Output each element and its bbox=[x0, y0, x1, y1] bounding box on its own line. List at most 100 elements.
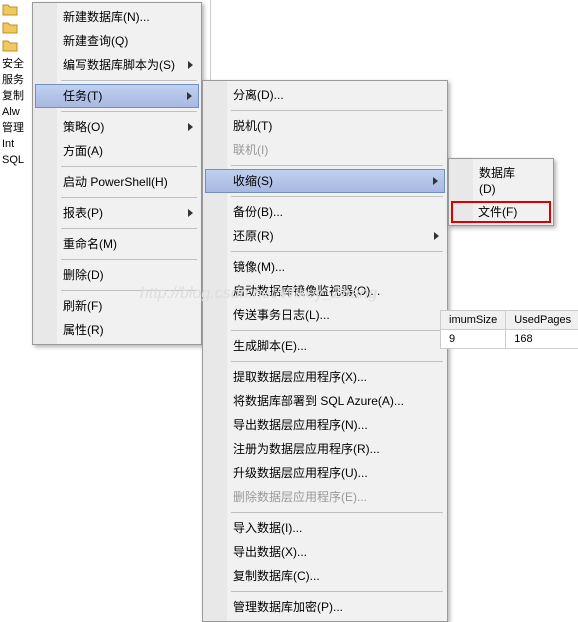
menu-item-powershell[interactable]: 启动 PowerShell(H) bbox=[35, 170, 199, 194]
menu-separator bbox=[61, 228, 197, 229]
tree-node-label[interactable]: Alw bbox=[2, 104, 28, 120]
menu-item-label: 导出数据层应用程序(N)... bbox=[233, 418, 368, 432]
menu-item-deploy-azure[interactable]: 将数据库部署到 SQL Azure(A)... bbox=[205, 389, 445, 413]
menu-item-policy[interactable]: 策略(O) bbox=[35, 115, 199, 139]
menu-item-register-dac[interactable]: 注册为数据层应用程序(R)... bbox=[205, 437, 445, 461]
menu-item-label: 删除数据层应用程序(E)... bbox=[233, 490, 367, 504]
menu-item-rename[interactable]: 重命名(M) bbox=[35, 232, 199, 256]
menu-item-detach[interactable]: 分离(D)... bbox=[205, 83, 445, 107]
menu-item-delete[interactable]: 删除(D) bbox=[35, 263, 199, 287]
menu-item-label: 镜像(M)... bbox=[233, 260, 285, 274]
menu-separator bbox=[231, 361, 443, 362]
menu-item-mirror-monitor[interactable]: 启动数据库镜像监视器(O)... bbox=[205, 279, 445, 303]
menu-item-ship-log[interactable]: 传送事务日志(L)... bbox=[205, 303, 445, 327]
menu-item-label: 注册为数据层应用程序(R)... bbox=[233, 442, 380, 456]
menu-item-shrink[interactable]: 收缩(S) bbox=[205, 169, 445, 193]
menu-item-copy-db[interactable]: 复制数据库(C)... bbox=[205, 564, 445, 588]
menu-item-label: 重命名(M) bbox=[63, 237, 117, 251]
menu-item-label: 刷新(F) bbox=[63, 299, 102, 313]
menu-item-shrink-file[interactable]: 文件(F) bbox=[451, 201, 551, 223]
menu-item-label: 编写数据库脚本为(S) bbox=[63, 58, 175, 72]
menu-item-manage-encrypt[interactable]: 管理数据库加密(P)... bbox=[205, 595, 445, 619]
menu-item-export-dac[interactable]: 导出数据层应用程序(N)... bbox=[205, 413, 445, 437]
context-menu-database: 新建数据库(N)... 新建查询(Q) 编写数据库脚本为(S) 任务(T) 策略(O) 方… bbox=[32, 2, 202, 345]
menu-item-label: 收缩(S) bbox=[233, 174, 273, 188]
menu-item-label: 生成脚本(E)... bbox=[233, 339, 307, 353]
context-menu-shrink: 数据库(D) 文件(F) bbox=[448, 158, 554, 226]
menu-item-label: 新建查询(Q) bbox=[63, 34, 128, 48]
folder-icon bbox=[2, 20, 18, 34]
column-header[interactable]: UsedPages bbox=[506, 311, 578, 330]
column-header[interactable]: imumSize bbox=[441, 311, 506, 330]
menu-separator bbox=[61, 111, 197, 112]
menu-item-extract-dac[interactable]: 提取数据层应用程序(X)... bbox=[205, 365, 445, 389]
menu-item-tasks[interactable]: 任务(T) bbox=[35, 84, 199, 108]
menu-item-restore[interactable]: 还原(R) bbox=[205, 224, 445, 248]
menu-item-label: 新建数据库(N)... bbox=[63, 10, 150, 24]
menu-separator bbox=[61, 290, 197, 291]
context-menu-tasks: 分离(D)... 脱机(T) 联机(I) 收缩(S) 备份(B)... 还原(R) 镜像(M… bbox=[202, 80, 448, 622]
menu-item-label: 管理数据库加密(P)... bbox=[233, 600, 343, 614]
menu-item-script-db[interactable]: 编写数据库脚本为(S) bbox=[35, 53, 199, 77]
menu-item-gen-script[interactable]: 生成脚本(E)... bbox=[205, 334, 445, 358]
menu-separator bbox=[231, 251, 443, 252]
menu-separator bbox=[61, 80, 197, 81]
menu-item-label: 导入数据(I)... bbox=[233, 521, 302, 535]
menu-item-label: 导出数据(X)... bbox=[233, 545, 307, 559]
tree-node-label[interactable]: SQL bbox=[2, 152, 28, 168]
menu-item-label: 复制数据库(C)... bbox=[233, 569, 320, 583]
menu-separator bbox=[231, 591, 443, 592]
submenu-arrow-icon bbox=[188, 123, 193, 131]
menu-item-label: 数据库(D) bbox=[479, 166, 515, 196]
menu-item-reports[interactable]: 报表(P) bbox=[35, 201, 199, 225]
menu-item-backup[interactable]: 备份(B)... bbox=[205, 200, 445, 224]
submenu-arrow-icon bbox=[188, 209, 193, 217]
menu-item-label: 启动数据库镜像监视器(O)... bbox=[233, 284, 380, 298]
panel-divider bbox=[210, 0, 211, 80]
menu-item-label: 方面(A) bbox=[63, 144, 103, 158]
submenu-arrow-icon bbox=[188, 61, 193, 69]
menu-item-import-data[interactable]: 导入数据(I)... bbox=[205, 516, 445, 540]
table-row[interactable]: 9 168 bbox=[441, 330, 578, 349]
submenu-arrow-icon bbox=[434, 232, 439, 240]
menu-separator bbox=[61, 166, 197, 167]
menu-item-export-data[interactable]: 导出数据(X)... bbox=[205, 540, 445, 564]
menu-item-offline[interactable]: 脱机(T) bbox=[205, 114, 445, 138]
menu-item-label: 提取数据层应用程序(X)... bbox=[233, 370, 367, 384]
menu-separator bbox=[61, 259, 197, 260]
menu-item-label: 任务(T) bbox=[63, 89, 102, 103]
folder-icon bbox=[2, 38, 18, 52]
menu-item-label: 升级数据层应用程序(U)... bbox=[233, 466, 368, 480]
menu-item-label: 传送事务日志(L)... bbox=[233, 308, 330, 322]
table-cell: 168 bbox=[506, 330, 578, 349]
menu-item-online: 联机(I) bbox=[205, 138, 445, 162]
tree-node-label[interactable]: 服务 bbox=[2, 72, 28, 88]
menu-item-label: 联机(I) bbox=[233, 143, 268, 157]
menu-item-upgrade-dac[interactable]: 升级数据层应用程序(U)... bbox=[205, 461, 445, 485]
menu-item-delete-dac: 删除数据层应用程序(E)... bbox=[205, 485, 445, 509]
submenu-arrow-icon bbox=[433, 177, 438, 185]
menu-item-new-query[interactable]: 新建查询(Q) bbox=[35, 29, 199, 53]
tree-node-label[interactable]: 管理 bbox=[2, 120, 28, 136]
menu-item-properties[interactable]: 属性(R) bbox=[35, 318, 199, 342]
menu-separator bbox=[231, 512, 443, 513]
tree-node-label[interactable]: Int bbox=[2, 136, 28, 152]
menu-item-label: 属性(R) bbox=[63, 323, 104, 337]
menu-item-label: 策略(O) bbox=[63, 120, 104, 134]
menu-item-label: 报表(P) bbox=[63, 206, 103, 220]
menu-item-label: 将数据库部署到 SQL Azure(A)... bbox=[233, 394, 404, 408]
menu-item-refresh[interactable]: 刷新(F) bbox=[35, 294, 199, 318]
menu-separator bbox=[231, 110, 443, 111]
menu-item-label: 还原(R) bbox=[233, 229, 274, 243]
menu-item-label: 分离(D)... bbox=[233, 88, 284, 102]
menu-item-label: 删除(D) bbox=[63, 268, 104, 282]
menu-item-shrink-db[interactable]: 数据库(D) bbox=[451, 161, 551, 201]
menu-separator bbox=[231, 165, 443, 166]
menu-item-new-db[interactable]: 新建数据库(N)... bbox=[35, 5, 199, 29]
tree-node-label[interactable]: 安全 bbox=[2, 56, 28, 72]
tree-node-label[interactable]: 复制 bbox=[2, 88, 28, 104]
menu-item-facet[interactable]: 方面(A) bbox=[35, 139, 199, 163]
folder-icon bbox=[2, 2, 18, 16]
object-explorer-tree: 安全服务复制Alw管理IntSQL bbox=[0, 0, 30, 160]
menu-item-mirror[interactable]: 镜像(M)... bbox=[205, 255, 445, 279]
